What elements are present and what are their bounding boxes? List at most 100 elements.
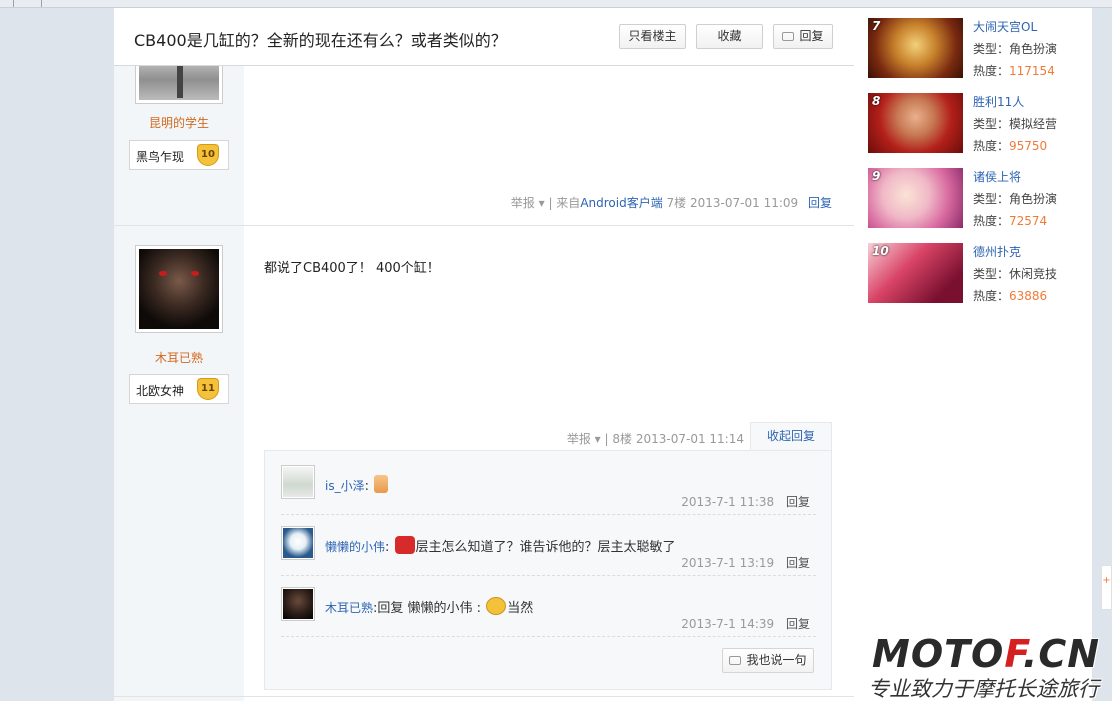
strip-segment	[14, 0, 42, 7]
watermark-brand: MOTOF.CN	[872, 632, 1100, 676]
red-face-emoji-icon	[394, 536, 415, 554]
type-value: 休闲竞技	[1009, 267, 1058, 281]
heat-value: 63886	[1009, 289, 1048, 303]
avatar-image	[283, 528, 313, 558]
level-badge[interactable]: 北欧女神 11	[129, 374, 229, 404]
reply-link[interactable]: 回复	[808, 196, 832, 210]
avatar-eye	[159, 271, 167, 276]
sub-reply-body: 层主怎么知道了？谁告诉他的？层主太聪敏了	[415, 540, 676, 555]
sub-reply-time: 2013-7-1 11:38	[681, 495, 775, 509]
post-meta: 举报 ▾ | 来自Android客户端 7楼 2013-07-01 11:09 …	[511, 194, 832, 211]
watermark-brand-part: MOTO	[872, 632, 1005, 676]
game-thumbnail[interactable]: 10	[868, 243, 963, 303]
speech-bubble-icon	[729, 656, 742, 665]
avatar-eye	[191, 271, 199, 276]
type-value: 模拟经营	[1009, 117, 1058, 131]
caret-down-icon: ▾	[534, 196, 545, 210]
game-item[interactable]: 8 胜利11人 类型：模拟经营 热度：95750	[868, 93, 1088, 155]
game-type: 类型：模拟经营	[973, 115, 1057, 132]
level-number-icon: 10	[197, 144, 219, 166]
rank-number: 8	[872, 94, 881, 108]
sub-reply-username[interactable]: is_小泽	[325, 479, 365, 493]
floating-side-tab[interactable]: +	[1101, 565, 1112, 610]
caret-down-icon: ▾	[590, 432, 601, 446]
reply-button-label: 回复	[799, 29, 824, 43]
game-name[interactable]: 诸侯上将	[973, 168, 1021, 185]
level-name: 北欧女神	[136, 384, 185, 398]
sub-reply-item: 懒懒的小伟: 层主怎么知道了？谁告诉他的？层主太聪敏了 2013-7-1 13:…	[281, 526, 816, 576]
browser-top-strip	[0, 0, 1112, 8]
heat-value: 117154	[1009, 64, 1055, 78]
sub-reply-text: is_小泽:	[325, 475, 389, 494]
game-heat: 热度：117154	[973, 62, 1055, 79]
type-value: 角色扮演	[1009, 192, 1058, 206]
avatar[interactable]	[281, 465, 315, 499]
post-divider	[114, 225, 854, 226]
sub-reply-meta: 2013-7-1 11:38 回复	[681, 493, 810, 510]
sub-reply-text: 懒懒的小伟: 层主怎么知道了？谁告诉他的？层主太聪敏了	[325, 536, 676, 555]
game-name[interactable]: 胜利11人	[973, 93, 1024, 110]
thread-title-bar: CB400是几缸的？全新的现在还有么？或者类似的？ 只看楼主 收藏 回复	[114, 8, 854, 66]
sub-reply-link[interactable]: 回复	[786, 495, 810, 509]
sub-reply-link[interactable]: 回复	[786, 556, 810, 570]
thread-title: CB400是几缸的？全新的现在还有么？或者类似的？	[134, 31, 507, 50]
game-thumbnail[interactable]: 8	[868, 93, 963, 153]
author-only-button[interactable]: 只看楼主	[619, 24, 686, 49]
post-meta: 举报 ▾ | 8楼 2013-07-01 11:14	[567, 430, 744, 447]
type-label: 类型：	[973, 192, 1010, 206]
game-type: 类型：休闲竞技	[973, 265, 1057, 282]
sub-reply-item: 木耳已熟:回复 懒懒的小伟 : 当然 2013-7-1 14:39 回复	[281, 587, 816, 637]
sub-reply-link[interactable]: 回复	[786, 617, 810, 631]
avatar[interactable]	[281, 526, 315, 560]
avatar[interactable]	[281, 587, 315, 621]
level-badge[interactable]: 黑鸟乍现 10	[129, 140, 229, 170]
type-label: 类型：	[973, 267, 1010, 281]
post-time: 2013-07-01 11:09	[690, 196, 799, 210]
game-item[interactable]: 10 德州扑克 类型：休闲竞技 热度：63886	[868, 243, 1088, 305]
username[interactable]: 昆明的学生	[114, 114, 244, 131]
favorite-button[interactable]: 收藏	[696, 24, 763, 49]
game-item[interactable]: 7 大闹天宫OL 类型：角色扮演 热度：117154	[868, 18, 1088, 80]
sub-reply-meta: 2013-7-1 13:19 回复	[681, 554, 810, 571]
post-divider	[114, 696, 854, 697]
game-thumbnail[interactable]: 9	[868, 168, 963, 228]
type-label: 类型：	[973, 117, 1010, 131]
watermark-brand-part: .CN	[1022, 632, 1101, 676]
game-type: 类型：角色扮演	[973, 40, 1057, 57]
avatar[interactable]	[135, 245, 223, 333]
game-name[interactable]: 大闹天宫OL	[973, 18, 1037, 35]
game-name[interactable]: 德州扑克	[973, 243, 1021, 260]
sub-reply-body: 回复 懒懒的小伟 :	[377, 601, 482, 616]
post-time: 2013-07-01 11:14	[635, 432, 744, 446]
username[interactable]: 木耳已熟	[114, 349, 244, 366]
sub-reply-text: 木耳已熟:回复 懒懒的小伟 : 当然	[325, 597, 533, 616]
heat-label: 热度：	[973, 214, 1010, 228]
report-link[interactable]: 举报	[567, 432, 591, 446]
report-link[interactable]: 举报	[511, 196, 535, 210]
strip-segment	[0, 0, 14, 7]
game-type: 类型：角色扮演	[973, 190, 1057, 207]
game-heat: 热度：95750	[973, 137, 1047, 154]
watermark-brand-part: F	[1004, 632, 1023, 676]
site-watermark: MOTOF.CN 专业致力于摩托长途旅行	[864, 632, 1112, 701]
cool-face-emoji-icon	[486, 597, 507, 615]
post-content: 都说了CB400了！ 400个缸！	[264, 261, 440, 276]
sub-reply-username[interactable]: 懒懒的小伟	[325, 540, 385, 554]
game-item[interactable]: 9 诸侯上将 类型：角色扮演 热度：72574	[868, 168, 1088, 230]
say-something-label: 我也说一句	[746, 653, 807, 667]
thread-main: 昆明的学生 黑鸟乍现 10 举报 ▾ | 来自Android客户端 7楼 201…	[114, 8, 854, 701]
game-thumbnail[interactable]: 7	[868, 18, 963, 78]
avatar-image	[283, 467, 313, 497]
sub-reply-panel: is_小泽: 2013-7-1 11:38 回复 懒懒的小伟: 层主怎么知道了？…	[264, 450, 832, 690]
sub-reply-username[interactable]: 木耳已熟	[325, 601, 373, 615]
avatar-image	[283, 589, 313, 619]
game-heat: 热度：63886	[973, 287, 1047, 304]
heat-label: 热度：	[973, 139, 1010, 153]
type-label: 类型：	[973, 42, 1010, 56]
collapse-replies-tab[interactable]: 收起回复	[750, 422, 832, 450]
source-link[interactable]: Android客户端	[580, 196, 662, 210]
reply-button[interactable]: 回复	[773, 24, 833, 49]
hot-games-sidebar: 7 大闹天宫OL 类型：角色扮演 热度：117154 8 胜利11人 类型：模拟…	[854, 8, 1092, 701]
say-something-button[interactable]: 我也说一句	[722, 648, 814, 673]
rank-number: 10	[872, 244, 889, 258]
